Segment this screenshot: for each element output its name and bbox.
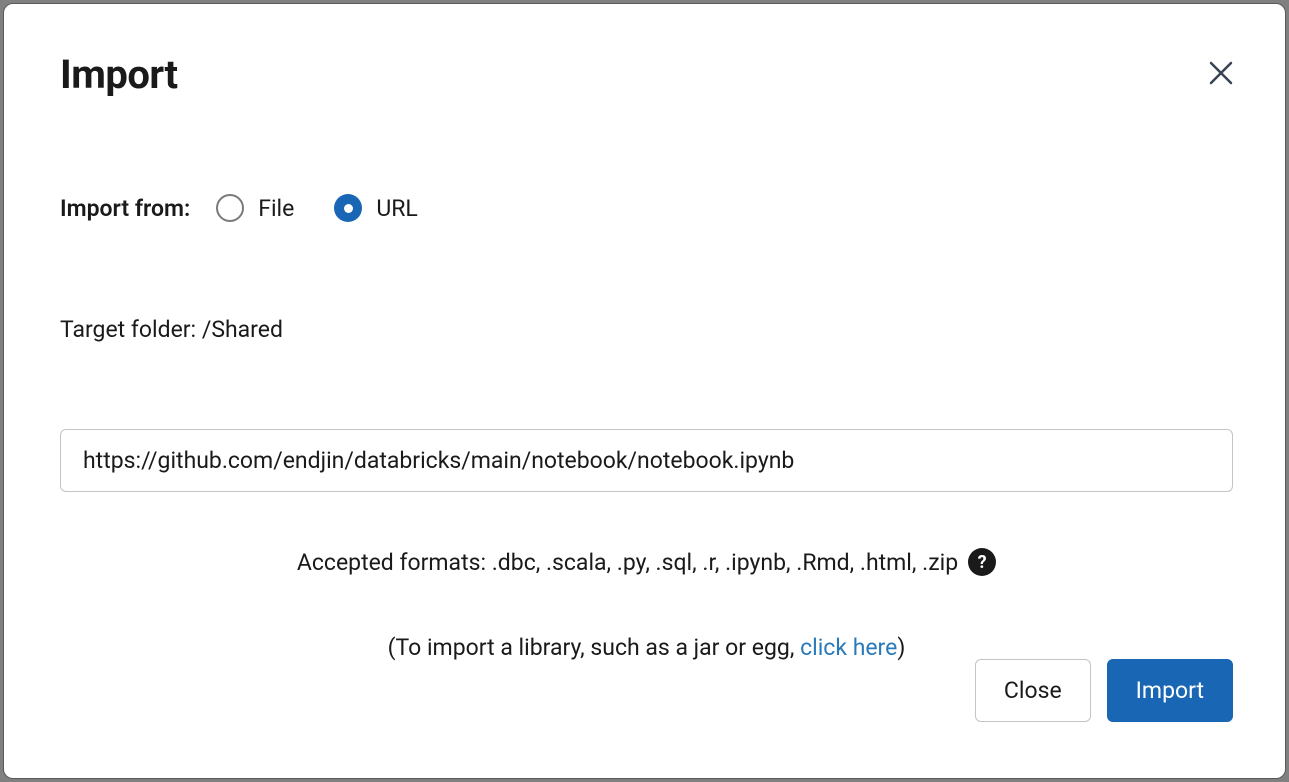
library-hint-suffix: )	[897, 634, 905, 661]
radio-option-url[interactable]: URL	[334, 194, 417, 222]
close-icon[interactable]	[1203, 55, 1239, 91]
accepted-formats-row: Accepted formats: .dbc, .scala, .py, .sq…	[60, 548, 1233, 576]
accepted-formats-text: Accepted formats: .dbc, .scala, .py, .sq…	[297, 549, 958, 576]
dialog-button-row: Close Import	[975, 659, 1233, 722]
target-folder-value: /Shared	[202, 316, 283, 343]
close-button[interactable]: Close	[975, 659, 1091, 722]
help-icon[interactable]: ?	[968, 548, 996, 576]
url-input[interactable]	[60, 429, 1233, 492]
library-hint-prefix: (To import a library, such as a jar or e…	[388, 634, 800, 661]
import-from-radio-group: File URL	[216, 194, 418, 222]
dialog-header: Import	[60, 51, 1233, 98]
radio-label-file: File	[258, 195, 294, 222]
import-from-label: Import from:	[60, 195, 190, 222]
target-folder-row: Target folder: /Shared	[60, 316, 1233, 343]
dialog-title: Import	[60, 51, 178, 98]
radio-circle-file	[216, 194, 244, 222]
library-hint-row: (To import a library, such as a jar or e…	[60, 634, 1233, 661]
library-hint-link[interactable]: click here	[800, 634, 897, 661]
import-from-row: Import from: File URL	[60, 194, 1233, 222]
radio-option-file[interactable]: File	[216, 194, 294, 222]
radio-circle-url	[334, 194, 362, 222]
radio-label-url: URL	[376, 195, 417, 222]
import-button[interactable]: Import	[1107, 659, 1233, 722]
target-folder-label: Target folder:	[60, 316, 202, 343]
import-dialog: Import Import from: File URL Target fold…	[3, 3, 1286, 779]
